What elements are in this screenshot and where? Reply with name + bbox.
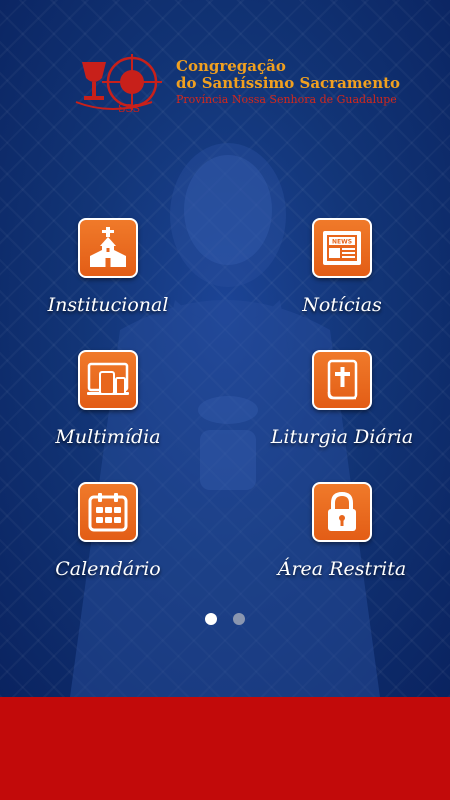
footer-bar <box>0 697 450 800</box>
menu-tile-liturgia-diaria[interactable]: Liturgia Diária <box>262 350 422 460</box>
menu-label-noticias: Notícias <box>302 294 382 316</box>
congregation-logo: SSS <box>75 54 162 115</box>
title-line-2: do Santíssimo Sacramento <box>176 74 401 93</box>
header-subtitle: Província Nossa Senhora de Guadalupe <box>176 92 397 106</box>
menu-label-liturgia-diaria: Liturgia Diária <box>270 426 414 448</box>
menu-tile-noticias[interactable]: NEWS Notícias <box>262 218 422 328</box>
app-header: SSS Congregação do Santíssimo Sacramento… <box>72 50 402 122</box>
calendar-icon <box>78 482 138 542</box>
newspaper-icon: NEWS <box>312 218 372 278</box>
menu-tile-area-restrita[interactable]: Área Restrita <box>262 482 422 592</box>
bible-icon <box>312 350 372 410</box>
header-title-block: Congregação do Santíssimo Sacramento Pro… <box>176 57 401 106</box>
menu-tile-multimidia[interactable]: Multimídia <box>28 350 188 460</box>
devices-icon <box>78 350 138 410</box>
page-indicator <box>0 610 450 629</box>
menu-label-multimidia: Multimídia <box>55 426 161 448</box>
menu-label-institucional: Institucional <box>47 294 169 316</box>
logo-text: SSS <box>118 102 140 115</box>
title-line-1: Congregação <box>176 57 286 75</box>
newspaper-badge-text: NEWS <box>332 239 352 246</box>
page-dot-1[interactable] <box>205 613 218 625</box>
church-icon <box>78 218 138 278</box>
menu-tile-calendario[interactable]: Calendário <box>28 482 188 592</box>
page-dot-2[interactable] <box>232 613 245 625</box>
lock-icon <box>312 482 372 542</box>
menu-label-calendario: Calendário <box>55 558 161 580</box>
menu-label-area-restrita: Área Restrita <box>277 558 407 580</box>
menu-tile-institucional[interactable]: Institucional <box>28 218 188 328</box>
